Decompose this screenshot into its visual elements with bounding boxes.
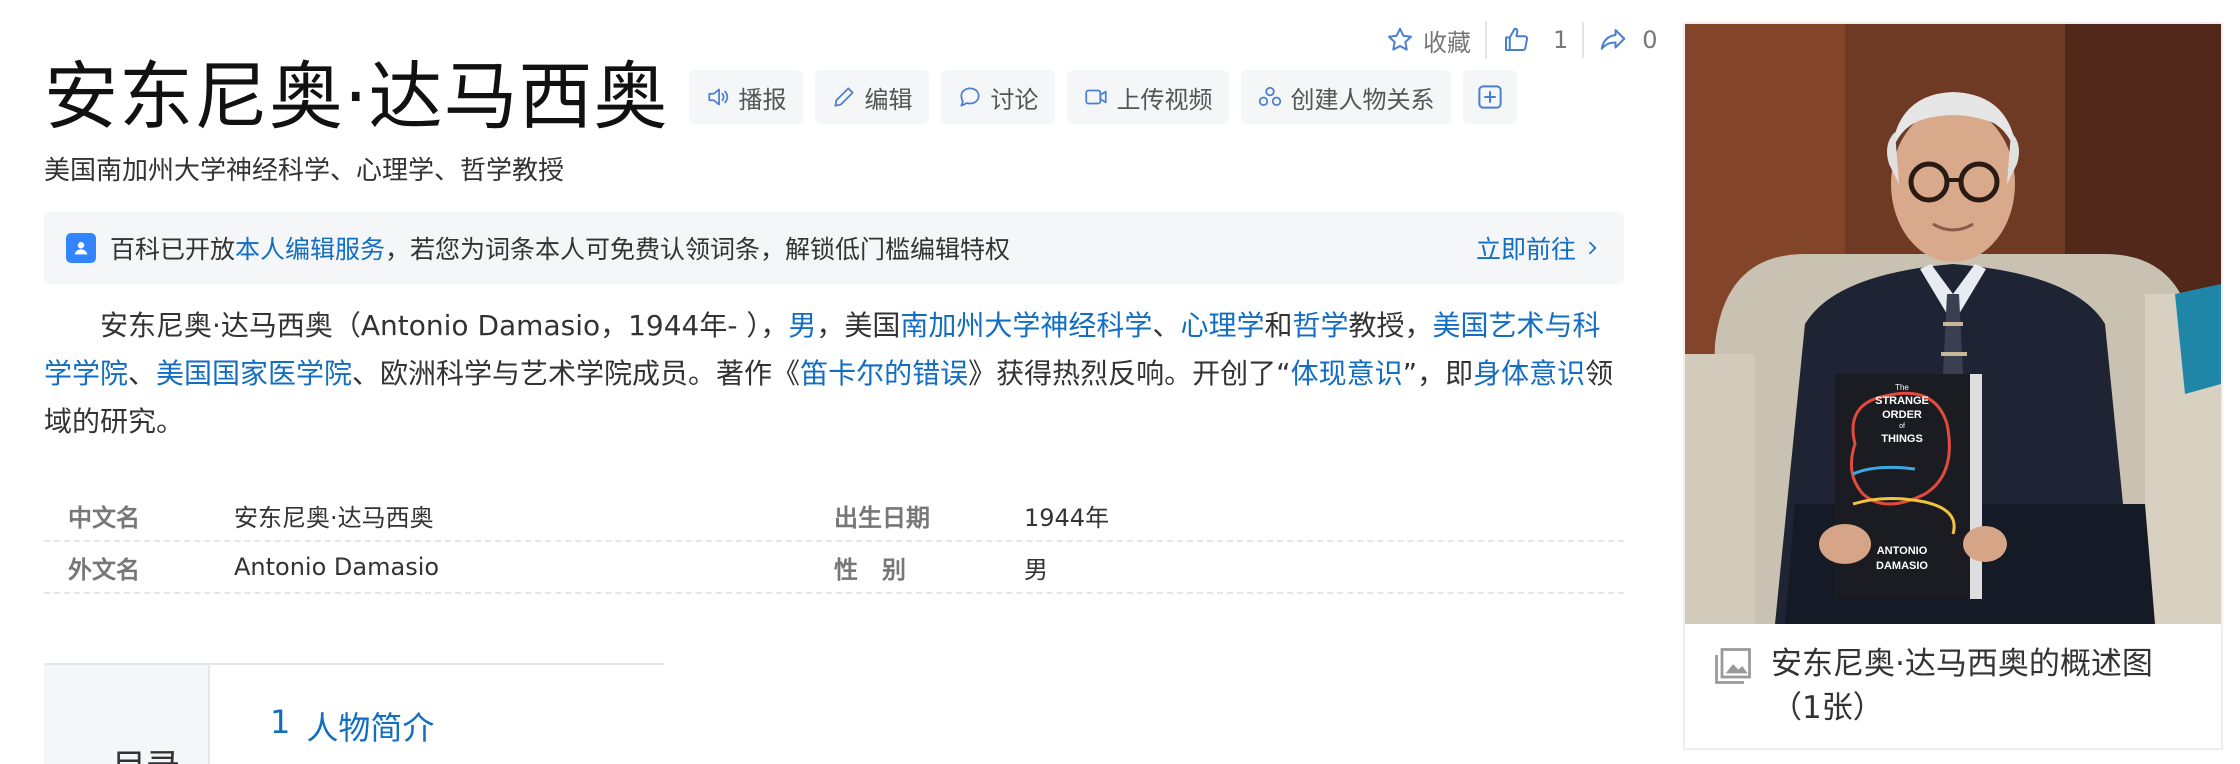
thumbs-up-icon (1505, 27, 1529, 51)
info-key: 出生日期 (834, 503, 930, 532)
relation-icon (1258, 86, 1281, 106)
gallery-icon (1715, 648, 1751, 684)
create-relation-label: 创建人物关系 (1290, 85, 1435, 114)
summary-text: 教授， (1348, 309, 1433, 342)
info-key: 外文名 (68, 555, 140, 584)
book-text: STRANGE (1875, 395, 1929, 407)
info-row: 外文名 Antonio Damasio 性 别 男 (44, 542, 1624, 594)
plus-square-icon (1477, 85, 1502, 109)
person-card-icon (66, 233, 96, 263)
info-row: 中文名 安东尼奥·达马西奥 出生日期 1944年 (44, 490, 1624, 542)
link-male[interactable]: 男 (788, 309, 816, 342)
page-subtitle: 美国南加州大学神经科学、心理学、哲学教授 (44, 156, 565, 186)
summary-pic-card: The STRANGE ORDER of THINGS ANTONIO DAMA… (1683, 22, 2223, 750)
pencil-icon (833, 87, 854, 107)
catalog-label: 目录 (112, 739, 180, 764)
summary-text: 、 (1152, 309, 1181, 342)
catalog-item[interactable]: 1 人物简介 (270, 703, 434, 749)
share-count: 0 (1642, 26, 1658, 54)
edit-label: 编辑 (864, 85, 913, 114)
notice-suffix: ，若您为词条本人可免费认领词条，解锁低门槛编辑特权 (385, 235, 1011, 264)
upload-video-label: 上传视频 (1116, 85, 1213, 114)
like-count: 1 (1553, 26, 1569, 54)
title-toolbar: 播报 编辑 讨论 上传视频 创建人物关系 (688, 70, 1517, 124)
basic-info-table: 中文名 安东尼奥·达马西奥 出生日期 1944年 外文名 Antonio Dam… (44, 490, 1624, 594)
more-button[interactable] (1462, 70, 1517, 124)
speaker-icon (707, 88, 728, 106)
book-text: ORDER (1882, 409, 1922, 421)
title-row: 安东尼奥·达马西奥 播报 编辑 讨论 上传视频 创建人物关系 (44, 52, 1517, 142)
link-national-academy-medicine[interactable]: 美国国家医学院 (156, 357, 352, 390)
summary-text: ，美国 (816, 309, 901, 342)
info-key: 中文名 (68, 503, 140, 532)
book-text: THINGS (1881, 433, 1923, 445)
catalog: 目录 1 人物简介 (44, 663, 664, 764)
book-text: ANTONIO (1877, 545, 1928, 557)
video-camera-icon (1084, 89, 1107, 105)
summary-text: 安东尼奥·达马西奥（Antonio Damasio，1944年- ）， (100, 309, 789, 342)
summary-text: ”，即 (1402, 357, 1474, 390)
link-usc-neuroscience[interactable]: 南加州大学神经科学 (900, 309, 1152, 342)
summary-text: 和 (1264, 309, 1293, 342)
info-value: 1944年 (1024, 503, 1110, 532)
lemma-summary: 安东尼奥·达马西奥（Antonio Damasio，1944年- ），男，美国南… (44, 302, 1624, 446)
book-text: of (1899, 423, 1905, 430)
photo-caption[interactable]: 安东尼奥·达马西奥的概述图（1张） (1685, 624, 2221, 748)
link-psychology[interactable]: 心理学 (1180, 309, 1264, 342)
info-value: Antonio Damasio (234, 553, 440, 581)
discuss-button[interactable]: 讨论 (940, 70, 1055, 124)
edit-button[interactable]: 编辑 (814, 70, 929, 124)
catalog-side: 目录 (44, 665, 210, 764)
info-value: 男 (1024, 555, 1048, 584)
catalog-item-number: 1 (270, 703, 291, 741)
claim-notice: 百科已开放 本人编辑服务 ，若您为词条本人可免费认领词条，解锁低门槛编辑特权 立… (44, 212, 1624, 284)
broadcast-button[interactable]: 播报 (688, 70, 803, 124)
go-now-label: 立即前往 (1475, 235, 1576, 264)
like-button[interactable]: 1 (1501, 25, 1568, 55)
book-text: DAMASIO (1876, 560, 1928, 572)
portrait-illustration: The STRANGE ORDER of THINGS ANTONIO DAMA… (1685, 24, 2221, 624)
upload-video-button[interactable]: 上传视频 (1066, 70, 1229, 124)
link-embodied-consciousness[interactable]: 体现意识 (1291, 357, 1403, 390)
summary-text: 》获得热烈反响。开创了“ (968, 357, 1291, 390)
self-edit-service-link[interactable]: 本人编辑服务 (235, 230, 385, 266)
summary-text: 、 (128, 357, 157, 390)
info-key: 性 别 (834, 555, 906, 584)
share-icon (1601, 29, 1626, 50)
notice-prefix: 百科已开放 (110, 235, 236, 264)
summary-photo[interactable]: The STRANGE ORDER of THINGS ANTONIO DAMA… (1685, 24, 2221, 624)
chat-bubble-icon (959, 87, 980, 107)
photo-caption-text: 安东尼奥·达马西奥的概述图（1张） (1771, 646, 2153, 726)
go-now-link[interactable]: 立即前往 (1476, 230, 1602, 266)
book-text: The (1895, 383, 1909, 392)
link-philosophy[interactable]: 哲学 (1292, 309, 1348, 342)
broadcast-label: 播报 (738, 85, 787, 114)
link-descartes-error[interactable]: 笛卡尔的错误 (800, 357, 968, 390)
create-relation-button[interactable]: 创建人物关系 (1240, 70, 1451, 124)
discuss-label: 讨论 (990, 85, 1039, 114)
star-icon (1388, 27, 1412, 51)
catalog-item-label: 人物简介 (306, 709, 435, 747)
link-body-awareness[interactable]: 身体意识 (1473, 357, 1585, 390)
page-title: 安东尼奥·达马西奥 (44, 54, 669, 140)
info-value: 安东尼奥·达马西奥 (234, 503, 434, 532)
divider (1582, 22, 1585, 58)
share-button[interactable]: 0 (1598, 25, 1658, 55)
summary-text: 、欧洲科学与艺术学院成员。著作《 (352, 357, 801, 390)
chevron-right-icon (1588, 241, 1597, 255)
